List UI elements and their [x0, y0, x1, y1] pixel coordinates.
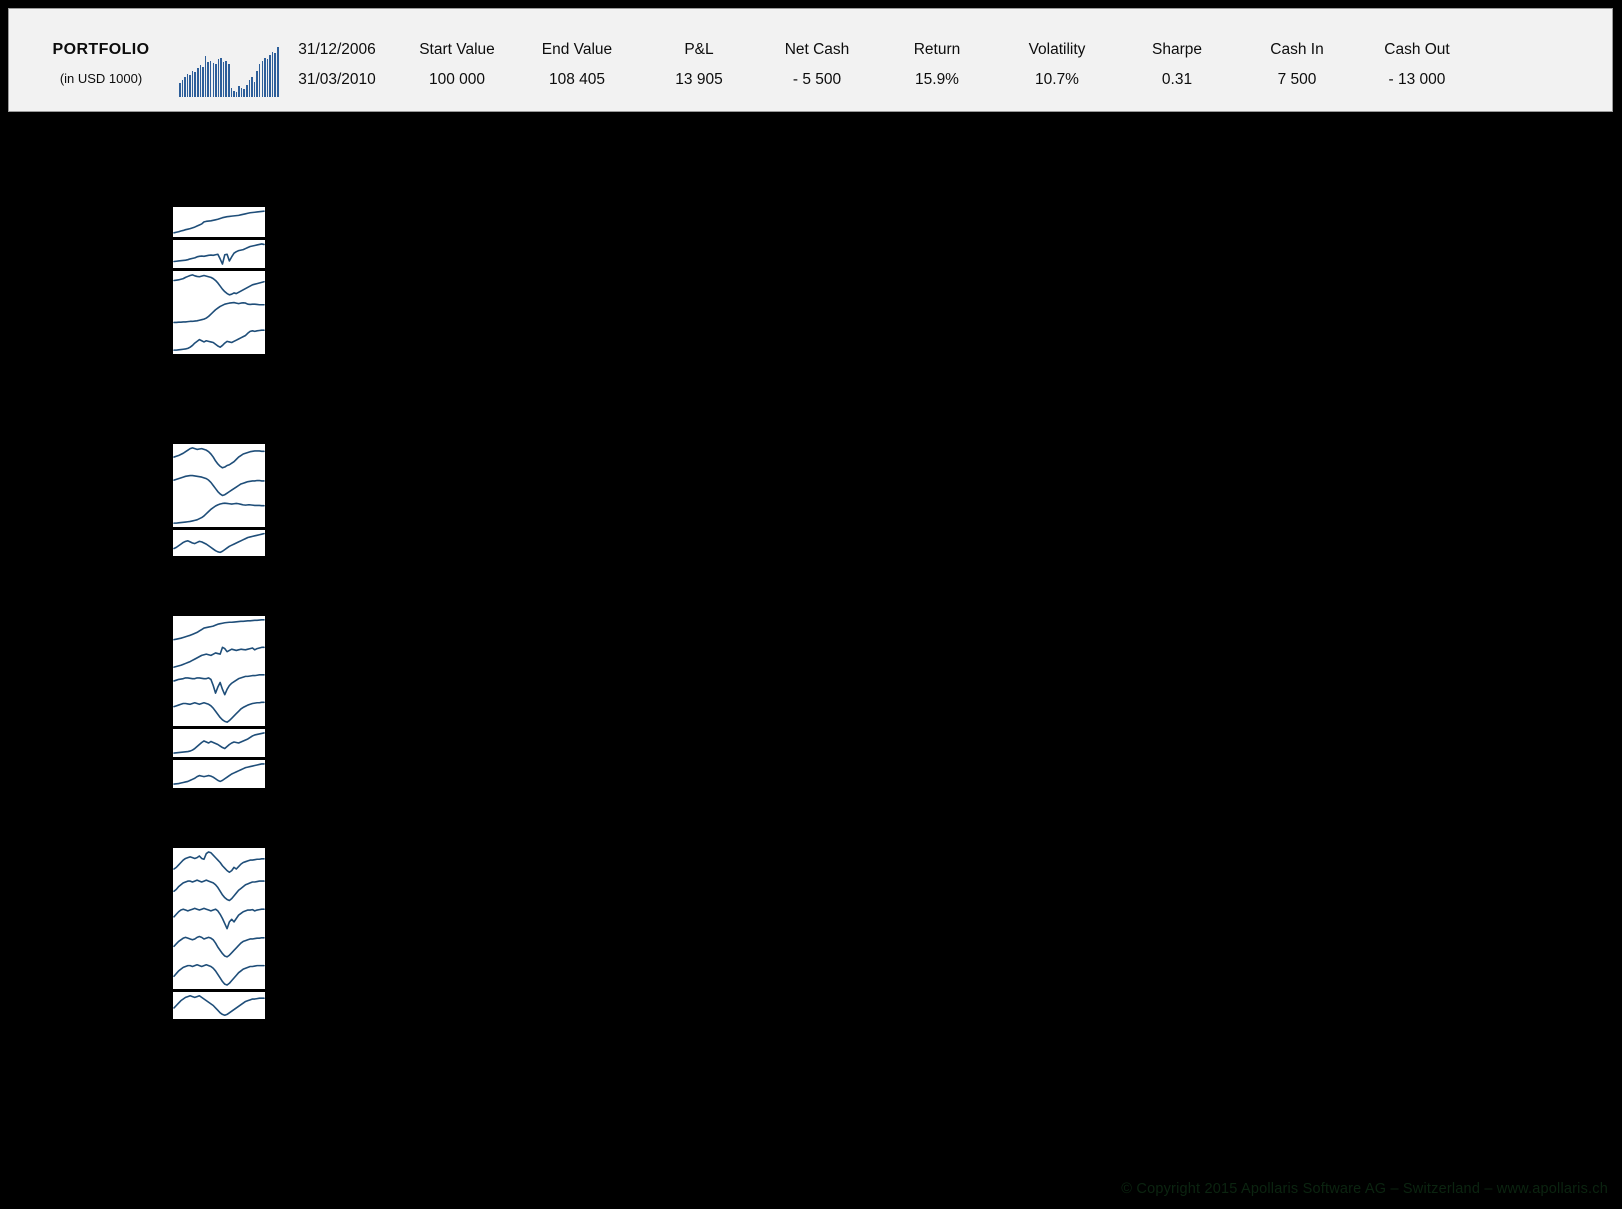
sparkline-block[interactable] [172, 443, 266, 528]
sparkline-path [174, 503, 264, 523]
sparkbar-bar [220, 57, 222, 97]
metric-value-4: 15.9% [915, 71, 959, 88]
metric-value-2: 13 905 [675, 71, 723, 88]
sparkbar-bar [256, 71, 258, 97]
sparkline-block[interactable] [172, 615, 266, 727]
sparkbar-bar [222, 62, 225, 97]
sparkbar-bar [227, 63, 230, 97]
sparkbar-bar [209, 61, 212, 97]
sparkline-block[interactable] [172, 759, 266, 789]
sparkbar-bar [233, 90, 235, 97]
sparkline-path [174, 702, 264, 722]
metric-label-6: Sharpe [1152, 41, 1202, 58]
metric-label-4: Return [913, 41, 961, 58]
metric-value-6: 0.31 [1161, 71, 1193, 88]
sparkline-path [174, 675, 264, 695]
footer-copyright: © Copyright 2015 Apollaris Software AG –… [1121, 1181, 1608, 1197]
sparkbar-bar [240, 87, 243, 97]
sparkline-path [174, 965, 264, 985]
sparkline-path [174, 275, 264, 295]
sparkline-path [174, 996, 264, 1015]
sparkline-path [174, 852, 264, 872]
sparkbar-bar [246, 84, 248, 97]
sparkbar-bar [194, 72, 197, 97]
metric-label-8: Cash Out [1384, 41, 1450, 58]
metric-label-3: Net Cash [784, 41, 850, 58]
metric-value-3: - 5 500 [792, 71, 842, 88]
sparkline-path [174, 534, 264, 553]
sparkbar-bar [189, 75, 191, 97]
sparkbar-bar [230, 87, 233, 97]
sparkbar-bar [207, 62, 209, 97]
sparkline-path [174, 211, 264, 233]
sparkbar-bar [251, 77, 253, 97]
sparkline-block[interactable] [172, 728, 266, 758]
sparkline-path [174, 303, 264, 323]
sparkbar-bar [253, 81, 256, 97]
sparkbar-bar [184, 77, 186, 97]
metric-value-0: 100 000 [428, 71, 486, 88]
date-start: 31/12/2006 [298, 41, 376, 58]
sparkbar-bar [225, 60, 227, 97]
sparkline-path [174, 733, 264, 753]
sparkline-block[interactable] [172, 239, 266, 269]
metric-label-5: Volatility [1028, 41, 1086, 58]
metric-label-7: Cash In [1270, 41, 1324, 58]
metric-value-1: 108 405 [548, 71, 606, 88]
sparkbar-bar [215, 63, 217, 97]
sparkline-path [174, 908, 264, 928]
metric-value-7: 7 500 [1277, 71, 1317, 88]
metric-label-1: End Value [541, 41, 613, 58]
metric-value-8: - 13 000 [1388, 71, 1446, 88]
sparkbar-bar [235, 92, 238, 97]
sparkline-group-2 [172, 443, 266, 558]
sparkline-group-4 [172, 847, 266, 1021]
sparkbar-bar [261, 60, 264, 97]
page-subtitle: (in USD 1000) [59, 71, 143, 86]
sparkbar-bar [191, 71, 194, 97]
sparkbar-bar [199, 65, 202, 97]
page-title: PORTFOLIO [52, 41, 150, 58]
sparkbar-bar [197, 68, 199, 97]
sparkline-block[interactable] [172, 270, 266, 355]
portfolio-header-bar: PORTFOLIO (in USD 1000) 31/12/2006 31/03… [8, 8, 1613, 112]
metric-value-5: 10.7% [1035, 71, 1079, 88]
sparkline-group-3 [172, 615, 266, 790]
sparkline-block[interactable] [172, 206, 266, 238]
sparkbar-bar [243, 89, 245, 97]
sparkbar-bar [204, 56, 207, 97]
sparkbar-bar [179, 83, 181, 97]
sparkbar-bar [258, 63, 261, 97]
sparkline-block[interactable] [172, 529, 266, 557]
sparkbar-bar [238, 86, 240, 97]
sparkline-path [174, 620, 264, 640]
sparkline-path [174, 880, 264, 900]
sparkbar-bar [202, 66, 204, 97]
sparkbar-bar [212, 62, 215, 97]
sparkline-path [174, 244, 264, 264]
sparkline-path [174, 330, 264, 350]
sparkbar-bar [186, 74, 189, 97]
sparkline-path [174, 448, 264, 468]
sparkline-block[interactable] [172, 991, 266, 1020]
sparkline-path [174, 937, 264, 957]
sparkbar-bar [181, 80, 184, 97]
report-canvas: PORTFOLIO (in USD 1000) 31/12/2006 31/03… [0, 0, 1622, 1209]
metric-label-2: P&L [684, 41, 714, 58]
sparkline-block[interactable] [172, 847, 266, 990]
sparkline-group-1 [172, 206, 266, 356]
sparkbar-bar [248, 80, 251, 97]
metric-label-0: Start Value [419, 41, 495, 58]
sparkbar-bar [217, 59, 220, 97]
sparkline-path [174, 476, 264, 496]
sparkline-path [174, 764, 264, 784]
header-sparkbar-chart [179, 47, 279, 97]
sparkline-path [174, 647, 264, 667]
date-end: 31/03/2010 [298, 71, 376, 88]
